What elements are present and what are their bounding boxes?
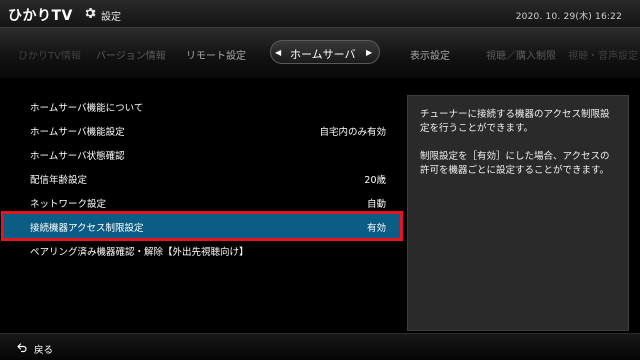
description-panel: チューナーに接続する機器のアクセス制限設定を行うことができます。 制限設定を［有… (407, 95, 629, 331)
menu-item-label: ホームサーバ状態確認 (30, 151, 125, 162)
gear-icon (85, 7, 96, 19)
right-arrow-icon[interactable]: ▶ (366, 48, 372, 57)
tab-version-info[interactable]: バージョン情報 (96, 47, 166, 62)
menu-item-home-server-function[interactable]: ホームサーバ機能設定 自宅内のみ有効 (4, 118, 400, 142)
left-arrow-icon[interactable]: ◀ (275, 48, 281, 57)
menu-item-value: 自宅内のみ有効 (319, 127, 386, 138)
menu-item-home-server-status[interactable]: ホームサーバ状態確認 (4, 142, 400, 166)
description-text: チューナーに接続する機器のアクセス制限設定を行うことができます。 (420, 109, 610, 134)
menu-item-label: ホームサーバ機能について (30, 103, 144, 114)
tab-home-server[interactable]: ホームサーバ (290, 46, 356, 62)
header-bar: ひかりTV 設定 2020. 10. 29(木) 16:22 (0, 0, 640, 28)
menu-item-value: 自動 (366, 199, 386, 210)
tab-bar: ひかりTV情報 バージョン情報 リモート設定 ◀ ホームサーバ ▶ 表示設定 視… (0, 28, 640, 78)
back-label[interactable]: 戻る (34, 342, 53, 356)
menu-item-label: ペアリング済み機器確認・解除【外出先視聴向け】 (30, 247, 249, 258)
datetime: 2020. 10. 29(木) 16:22 (515, 12, 622, 22)
footer-bar: 戻る (0, 333, 640, 360)
settings-menu: ホームサーバ機能について ホームサーバ機能設定 自宅内のみ有効 ホームサーバ状態… (0, 92, 404, 332)
menu-item-network-settings[interactable]: ネットワーク設定 自動 (4, 190, 400, 214)
menu-item-access-restriction[interactable]: 接続機器アクセス制限設定 有効 (1, 211, 403, 241)
menu-item-paired-devices[interactable]: ペアリング済み機器確認・解除【外出先視聴向け】 (4, 238, 400, 262)
menu-item-label: 接続機器アクセス制限設定 (30, 223, 144, 234)
page-title: 設定 (101, 12, 121, 23)
menu-item-label: ネットワーク設定 (30, 199, 107, 210)
tab-viewing-purchase-limit[interactable]: 視聴／購入制限 (486, 47, 556, 62)
menu-item-label: ホームサーバ機能設定 (30, 127, 125, 138)
back-arrow-icon[interactable] (16, 341, 28, 353)
menu-item-home-server-about[interactable]: ホームサーバ機能について (4, 94, 400, 118)
menu-item-value: 20歳 (364, 175, 386, 186)
menu-item-value: 有効 (366, 223, 386, 234)
tab-display-settings[interactable]: 表示設定 (410, 47, 450, 62)
tab-hikaritv-info[interactable]: ひかりTV情報 (18, 47, 81, 62)
menu-item-label: 配信年齢設定 (30, 175, 88, 186)
menu-item-age-setting[interactable]: 配信年齢設定 20歳 (4, 166, 400, 190)
tab-remote-settings[interactable]: リモート設定 (186, 47, 246, 62)
app-logo: ひかりTV (8, 8, 73, 24)
tab-audio-settings[interactable]: 視聴・音声設定 (568, 47, 638, 62)
description-text: 制限設定を［有効］にした場合、アクセスの許可を機器ごとに設定することができます。 (420, 151, 610, 176)
